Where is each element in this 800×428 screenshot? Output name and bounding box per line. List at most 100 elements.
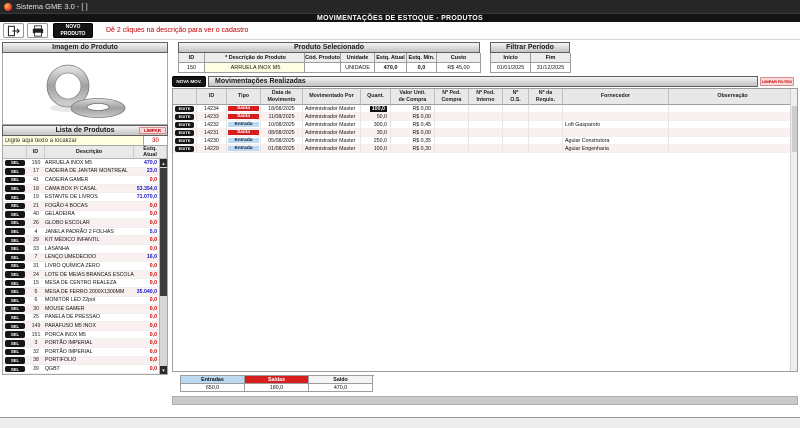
edit-movement-button[interactable]: EDITE [175, 106, 194, 112]
ped-compra [435, 145, 469, 153]
edit-movement-button[interactable]: EDITE [175, 146, 194, 152]
movement-unit-value: R$ 0,35 [391, 137, 435, 145]
product-list-scrollbar[interactable]: ▲ ▼ [159, 159, 167, 374]
edit-movement-button[interactable]: EDITE [175, 130, 194, 136]
sel-cell: SEL [3, 236, 27, 244]
select-product-button[interactable]: SEL [5, 203, 25, 210]
select-product-button[interactable]: SEL [5, 297, 25, 304]
clear-filter-button[interactable]: LIMPAR FILTRO [760, 77, 794, 86]
list-item: SEL39QGBT0,0 [3, 365, 167, 374]
movement-unit-value: R$ 0,00 [391, 113, 435, 121]
sel-cell: SEL [3, 185, 27, 193]
supplier [563, 129, 669, 137]
sel-cell: SEL [3, 288, 27, 296]
product-description: PANELA DE PRESSÃO [45, 314, 134, 322]
hint-text: Dê 2 cliques na descrição para ver o cad… [106, 27, 248, 34]
column-header: ID [179, 53, 205, 63]
select-product-button[interactable]: SEL [5, 254, 25, 261]
print-button[interactable] [27, 23, 48, 38]
select-product-button[interactable]: SEL [5, 280, 25, 287]
movement-id: 14231 [197, 129, 227, 137]
select-product-button[interactable]: SEL [5, 177, 25, 184]
select-product-button[interactable]: SEL [5, 349, 25, 356]
movements-title-bar: Movimentações Realizadas [208, 76, 758, 87]
movement-id: 14234 [197, 105, 227, 113]
edit-movement-button[interactable]: EDITE [175, 114, 194, 120]
moved-by: Administrador Master [303, 121, 361, 129]
ped-compra [435, 113, 469, 121]
scrollbar-thumb[interactable] [160, 168, 167, 296]
select-product-button[interactable]: SEL [5, 288, 25, 295]
os [503, 113, 529, 121]
column-header: Data de Movimento [261, 89, 303, 105]
scrollbar-thumb[interactable] [792, 106, 797, 152]
product-id: 19 [27, 193, 45, 201]
os [503, 137, 529, 145]
edit-movement-button[interactable]: EDITE [175, 122, 194, 128]
table-row: EDITE14234Saída18/08/2025Administrador M… [173, 105, 797, 113]
select-product-button[interactable]: SEL [5, 194, 25, 201]
column-header: Nº O.S. [503, 89, 529, 105]
scroll-down-icon[interactable]: ▼ [160, 366, 167, 374]
select-product-button[interactable]: SEL [5, 160, 25, 167]
toolbar: NOVO PRODUTO Dê 2 cliques na descrição p… [0, 22, 800, 40]
movement-quantity: 100,0 [361, 145, 391, 153]
moved-by: Administrador Master [303, 129, 361, 137]
select-product-button[interactable]: SEL [5, 366, 25, 373]
list-item: SEL151PORCA INOX M50,0 [3, 331, 167, 340]
filter-end-date[interactable]: 31/12/2025 [531, 63, 571, 73]
requisicao [529, 145, 563, 153]
sel-cell: SEL [3, 297, 27, 305]
select-product-button[interactable]: SEL [5, 228, 25, 235]
movement-id: 14233 [197, 113, 227, 121]
sel-cell: SEL [3, 271, 27, 279]
select-product-button[interactable]: SEL [5, 263, 25, 270]
select-product-button[interactable]: SEL [5, 323, 25, 330]
summary-saidas-value: 180,0 [245, 384, 309, 392]
column-header: Nº Ped. Interno [469, 89, 503, 105]
os [503, 145, 529, 153]
product-id: 29 [27, 236, 45, 244]
sel-cell: SEL [3, 245, 27, 253]
new-product-button[interactable]: NOVO PRODUTO [53, 23, 93, 38]
exit-button[interactable] [3, 23, 24, 38]
printer-icon [31, 25, 45, 37]
select-product-button[interactable]: SEL [5, 271, 25, 278]
select-product-button[interactable]: SEL [5, 306, 25, 313]
observation [669, 129, 797, 137]
selected-product-stock: 470,0 [375, 63, 407, 73]
column-header: Quant. [361, 89, 391, 105]
select-product-button[interactable]: SEL [5, 314, 25, 321]
edit-movement-button[interactable]: EDITE [175, 138, 194, 144]
list-item: SEL19ESTANTE DE LIVROS71.070,0 [3, 193, 167, 202]
select-product-button[interactable]: SEL [5, 331, 25, 338]
ped-interno [469, 129, 503, 137]
product-description: FOGÃO 4 BOCAS [45, 202, 134, 210]
new-movement-button[interactable]: NOVA MOV. [172, 76, 206, 87]
scroll-up-icon[interactable]: ▲ [160, 159, 167, 167]
search-input[interactable] [3, 136, 143, 145]
column-header: Valor Unit. de Compra [391, 89, 435, 105]
sel-cell: SEL [3, 322, 27, 330]
select-product-button[interactable]: SEL [5, 211, 25, 218]
movement-date: 11/08/2025 [261, 113, 303, 121]
select-product-button[interactable]: SEL [5, 220, 25, 227]
select-product-button[interactable]: SEL [5, 245, 25, 252]
movement-quantity: 50,0 [361, 113, 391, 121]
horizontal-scrollbar[interactable] [172, 396, 798, 405]
clear-search-button[interactable]: LIMPAR [139, 127, 166, 134]
sel-cell: SEL [3, 305, 27, 313]
filter-start-date[interactable]: 01/01/2025 [491, 63, 531, 73]
movements-scrollbar[interactable] [790, 89, 797, 371]
select-product-button[interactable]: SEL [5, 357, 25, 364]
select-product-button[interactable]: SEL [5, 340, 25, 347]
movement-type: Entrada [227, 137, 261, 145]
table-row: EDITE14231Saída08/08/2025Administrador M… [173, 129, 797, 137]
select-product-button[interactable]: SEL [5, 168, 25, 175]
select-product-button[interactable]: SEL [5, 237, 25, 244]
summary-saldo-value: 470,0 [309, 384, 373, 392]
column-header: Observação [669, 89, 797, 105]
moved-by: Administrador Master [303, 105, 361, 113]
selected-product-cost: R$ 45,00 [437, 63, 481, 73]
select-product-button[interactable]: SEL [5, 185, 25, 192]
